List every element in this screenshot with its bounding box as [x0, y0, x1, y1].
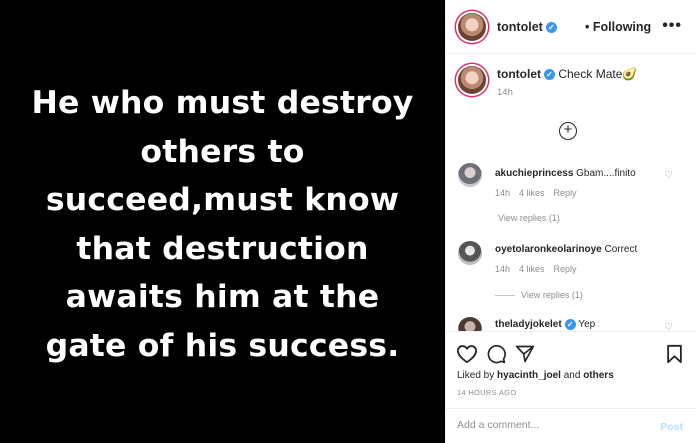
- comment-likes[interactable]: 4 likes: [519, 264, 545, 274]
- comment-line: akuchieprincess Gbam....finito: [495, 168, 636, 179]
- add-comment-input[interactable]: [457, 419, 637, 431]
- comment-reply-button[interactable]: Reply: [554, 188, 577, 198]
- author-username-link[interactable]: tontolet ✓: [497, 20, 557, 34]
- caption-avatar[interactable]: [458, 66, 486, 94]
- comment-time[interactable]: 14h: [495, 264, 510, 274]
- quote-line: others to: [140, 133, 305, 170]
- comment-meta: 14h 4 likes Reply: [495, 264, 586, 274]
- post-quote-text: He who must destroy others to succeed,mu…: [0, 73, 445, 370]
- post-timestamp[interactable]: 14 HOURS AGO: [457, 388, 516, 397]
- following-button[interactable]: • Following: [585, 20, 651, 34]
- view-replies-button[interactable]: View replies (1): [498, 213, 560, 223]
- author-username[interactable]: tontolet: [497, 20, 543, 34]
- comment-line: theladyjokelet ✓ Yep: [495, 319, 595, 330]
- comment-reply-button[interactable]: Reply: [554, 264, 577, 274]
- liked-by-text: Liked by hyacinth_joel and others: [457, 370, 614, 381]
- liked-by-prefix: Liked by: [457, 370, 495, 381]
- comment-like-heart-icon[interactable]: ♡: [664, 170, 673, 181]
- caption-text: Check Mate: [558, 67, 623, 81]
- liked-by-user-link[interactable]: hyacinth_joel: [497, 370, 561, 381]
- author-avatar[interactable]: [458, 13, 486, 41]
- verified-badge-icon: ✓: [544, 69, 555, 81]
- commenter-avatar[interactable]: [458, 241, 482, 265]
- replies-divider: [495, 295, 515, 297]
- commenter-avatar[interactable]: [458, 163, 482, 187]
- comment-bubble-icon[interactable]: [486, 344, 507, 364]
- quote-line: gate of his success.: [45, 327, 400, 364]
- comment-time[interactable]: 14h: [495, 188, 510, 198]
- caption-username[interactable]: tontolet: [497, 67, 541, 81]
- add-comment-bar: Post: [446, 408, 696, 443]
- comment-text: Correct: [604, 244, 638, 255]
- post-comment-button[interactable]: Post: [660, 421, 683, 433]
- post-image[interactable]: He who must destroy others to succeed,mu…: [0, 0, 445, 443]
- comment-text: Gbam....finito: [576, 168, 636, 179]
- comment-line: oyetolaronkeolarinoye Correct: [495, 244, 637, 255]
- load-more-comments-icon[interactable]: +: [559, 122, 577, 140]
- quote-line: succeed,must know: [45, 182, 400, 218]
- verified-badge-icon: ✓: [564, 319, 576, 330]
- quote-line: He who must destroy: [31, 85, 414, 121]
- comment-username[interactable]: oyetolaronkeolarinoye: [495, 244, 602, 255]
- view-replies-button[interactable]: View replies (1): [495, 290, 583, 300]
- quote-line: awaits him at the: [65, 279, 380, 315]
- quote-line: that destruction: [76, 230, 369, 267]
- comment-meta: 14h 4 likes Reply: [495, 188, 586, 198]
- comment-text: Yep: [578, 319, 596, 331]
- comment-likes[interactable]: 4 likes: [519, 188, 545, 198]
- verified-badge-icon: ✓: [545, 22, 557, 34]
- comment-username[interactable]: akuchieprincess: [495, 168, 573, 179]
- bookmark-icon[interactable]: [666, 344, 683, 364]
- liked-by-others-link[interactable]: others: [583, 370, 614, 381]
- share-paper-plane-icon[interactable]: [515, 344, 535, 364]
- comment-username[interactable]: theladyjokelet: [495, 319, 562, 330]
- caption-emoji: 🥑: [622, 67, 638, 81]
- view-replies-label[interactable]: View replies (1): [498, 213, 560, 223]
- caption-line: tontolet ✓ Check Mate🥑: [497, 67, 637, 81]
- post-side-panel: tontolet ✓ • Following ••• tontolet ✓ Chec…: [445, 0, 696, 443]
- post-actions: Liked by hyacinth_joel and others 14 HOU…: [446, 331, 696, 443]
- like-heart-icon[interactable]: [456, 344, 478, 364]
- caption-timestamp[interactable]: 14h: [497, 87, 513, 98]
- post-header: tontolet ✓ • Following •••: [446, 0, 696, 54]
- post-caption: tontolet ✓ Check Mate🥑 14h: [446, 54, 696, 110]
- liked-by-and: and: [563, 370, 581, 381]
- more-options-icon[interactable]: •••: [662, 17, 682, 35]
- view-replies-label[interactable]: View replies (1): [521, 290, 583, 300]
